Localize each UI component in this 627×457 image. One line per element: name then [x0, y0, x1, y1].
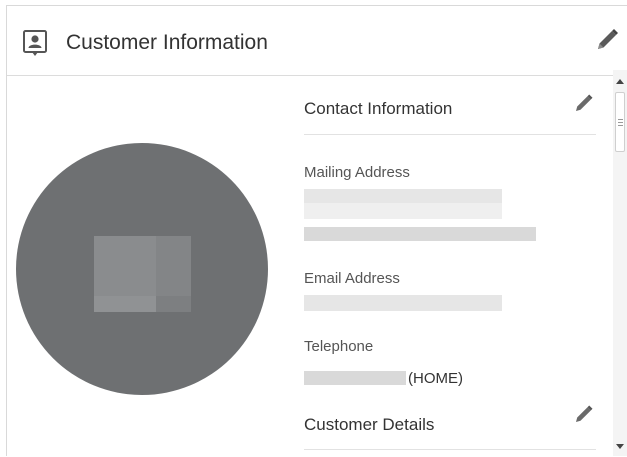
mailing-address-line-1	[304, 189, 502, 203]
contact-information-title: Contact Information	[304, 99, 453, 118]
edit-details-pencil-icon[interactable]	[573, 403, 595, 425]
contact-card-icon	[23, 30, 47, 56]
photo-placeholder-block	[94, 296, 156, 312]
thumb-grip-line	[618, 125, 623, 126]
mailing-address-line-2	[304, 203, 502, 219]
mailing-address-line-3	[304, 227, 536, 241]
scroll-down-arrow-icon[interactable]	[613, 442, 627, 452]
photo-placeholder-block	[94, 236, 156, 296]
thumb-grip-line	[618, 119, 623, 120]
telephone-value	[304, 371, 406, 385]
photo-placeholder-block	[156, 236, 191, 296]
edit-customer-pencil-icon[interactable]	[593, 26, 621, 54]
photo-placeholder-block	[156, 296, 191, 312]
telephone-label: Telephone	[304, 338, 374, 355]
vertical-scrollbar[interactable]	[613, 70, 627, 456]
telephone-type: (HOME)	[408, 370, 463, 387]
thumb-grip-line	[618, 122, 623, 123]
email-address-value	[304, 295, 502, 311]
section-divider	[304, 449, 596, 450]
customer-details-content: Contact Information Mailing Address Emai…	[298, 76, 598, 457]
customer-avatar	[16, 143, 268, 395]
customer-information-panel: Customer Information Contact Information…	[6, 5, 627, 456]
customer-details-title: Customer Details	[304, 415, 435, 434]
scrollbar-thumb[interactable]	[615, 92, 625, 152]
email-address-label: Email Address	[304, 270, 400, 287]
panel-title: Customer Information	[66, 31, 268, 54]
section-divider	[304, 134, 596, 135]
mailing-address-label: Mailing Address	[304, 164, 410, 181]
edit-contact-pencil-icon[interactable]	[573, 92, 595, 114]
panel-header: Customer Information	[7, 6, 627, 76]
scroll-up-arrow-icon[interactable]	[613, 76, 627, 86]
